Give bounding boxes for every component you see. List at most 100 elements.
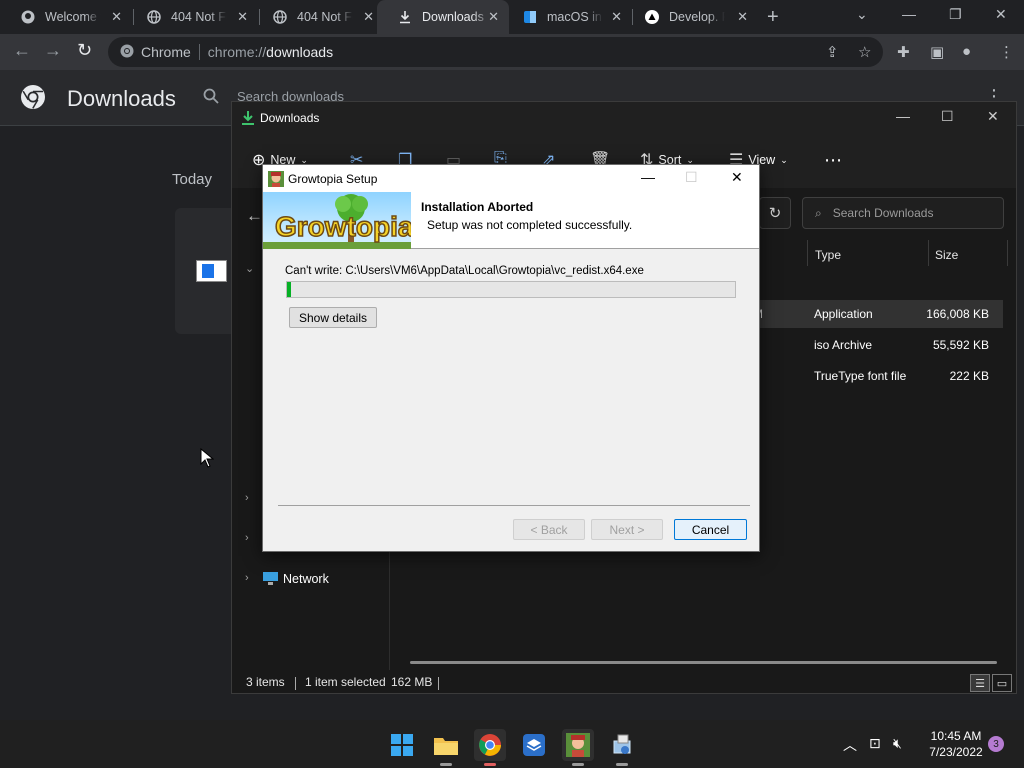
details-view-icon[interactable]: ☰ <box>970 674 990 692</box>
growtopia-banner: Growtopia <box>263 192 411 249</box>
chrome-logo-icon <box>21 85 45 109</box>
taskbar-store[interactable] <box>518 729 550 761</box>
restore-button[interactable]: ❐ <box>949 6 962 23</box>
cancel-button[interactable]: Cancel <box>674 519 747 540</box>
tab-label: Welcome to <box>45 10 101 24</box>
tab-downloads[interactable]: Downloads ✕ <box>377 0 509 34</box>
close-icon[interactable]: ✕ <box>488 9 499 25</box>
show-hidden-icons-chevron-icon[interactable]: ︿ <box>843 735 857 755</box>
explorer-titlebar: Downloads — ☐ ✕ <box>232 102 1016 134</box>
page-chip: Chrome <box>141 44 191 60</box>
minimize-button[interactable]: — <box>902 6 916 22</box>
tab-404-b[interactable]: 404 Not Found ✕ <box>252 0 384 34</box>
column-header-type[interactable]: Type <box>815 248 841 262</box>
folder-icon <box>434 738 458 755</box>
minimize-button[interactable]: — <box>641 169 655 185</box>
dialog-title: Growtopia Setup <box>288 172 378 186</box>
file-row[interactable]: M iso Archive 55,592 KB <box>745 331 1003 359</box>
address-bar[interactable]: Chrome chrome:// downloads <box>108 37 883 67</box>
sidebar-item-network[interactable]: Network <box>283 572 329 586</box>
dialog-heading: Installation Aborted <box>421 200 534 214</box>
tab-welcome[interactable]: Welcome to ✕ <box>0 0 132 34</box>
notification-badge[interactable]: 3 <box>988 736 1004 752</box>
show-details-button[interactable]: Show details <box>289 307 377 328</box>
download-folder-icon <box>242 111 254 125</box>
taskbar-file-explorer[interactable] <box>430 729 462 766</box>
column-header-size[interactable]: Size <box>935 248 958 262</box>
file-row[interactable]: AM Application 166,008 KB <box>745 300 1003 328</box>
share-icon[interactable]: ⇪ <box>826 43 839 61</box>
extensions-icon[interactable]: ✚ <box>897 43 910 61</box>
chevron-right-icon[interactable]: › <box>245 532 249 544</box>
logo-text: Growtopia <box>275 211 411 242</box>
chevron-right-icon[interactable]: › <box>245 492 249 504</box>
new-tab-button[interactable]: + <box>767 6 779 29</box>
download-icon <box>397 9 413 25</box>
browser-toolbar: ← → ↻ Chrome chrome:// downloads ⇪ ☆ ✚ ▣… <box>0 34 1024 70</box>
type-cell: iso Archive <box>814 338 873 352</box>
back-button[interactable]: ← <box>13 40 31 61</box>
horizontal-scrollbar[interactable] <box>410 661 997 664</box>
volume-muted-icon[interactable]: 🔇︎ <box>893 735 902 752</box>
browser-tab-strip: Welcome to ✕ 404 Not Found ✕ 404 Not Fou… <box>0 0 1024 34</box>
back-arrow-icon[interactable]: ← <box>246 206 263 226</box>
minimize-button[interactable]: — <box>896 108 910 124</box>
taskbar: ︿ ⊡ 🔇︎ 10:45 AM 7/23/2022 3 <box>0 720 1024 768</box>
taskbar-chrome[interactable] <box>474 729 506 766</box>
page-title: Downloads <box>67 86 176 111</box>
tab-develop[interactable]: Develop. Pr ✕ <box>624 0 758 34</box>
forward-button[interactable]: → <box>44 40 62 61</box>
growtopia-logo-icon: Growtopia <box>263 194 411 249</box>
close-icon[interactable]: ✕ <box>363 9 374 25</box>
column-separator <box>807 240 808 266</box>
search-icon <box>203 88 219 104</box>
refresh-button[interactable]: ↻ <box>759 197 791 229</box>
taskbar-installer[interactable] <box>606 729 638 766</box>
close-window-button[interactable]: ✕ <box>987 108 999 125</box>
error-message: Can't write: C:\Users\VM6\AppData\Local\… <box>285 265 644 277</box>
chevron-right-icon[interactable]: › <box>245 572 249 584</box>
close-icon[interactable]: ✕ <box>737 9 748 25</box>
status-bar: 3 items 1 item selected 162 MB ☰ ▭ <box>232 672 1016 694</box>
maximize-button[interactable]: ☐ <box>941 108 954 125</box>
network-status-icon[interactable]: ⊡ <box>869 735 881 752</box>
chevron-down-icon[interactable]: ⌄ <box>245 262 254 275</box>
finder-icon <box>522 9 538 25</box>
bookmark-star-icon[interactable]: ☆ <box>858 43 871 61</box>
growtopia-app-icon <box>268 171 284 187</box>
close-icon[interactable]: ✕ <box>611 9 622 25</box>
tab-macos[interactable]: macOS in Safari ✕ <box>502 0 632 34</box>
search-icon: ⌕ <box>815 205 822 220</box>
side-panel-icon[interactable]: ▣ <box>930 43 944 61</box>
selection-size: 162 MB <box>391 675 433 689</box>
profile-icon[interactable]: ● <box>962 43 971 60</box>
close-icon[interactable]: ✕ <box>111 9 122 25</box>
size-cell: 222 KB <box>949 369 989 383</box>
search-downloads-field[interactable]: ⌕ Search Downloads <box>802 197 1004 229</box>
dialog-header: Growtopia Installation Aborted Setup was… <box>263 192 759 249</box>
search-placeholder: Search Downloads <box>832 206 934 220</box>
tiles-view-icon[interactable]: ▭ <box>992 674 1012 692</box>
tab-search-icon[interactable]: ⌄ <box>856 6 868 23</box>
dialog-subheading: Setup was not completed successfully. <box>427 218 633 232</box>
next-button: Next > <box>591 519 663 540</box>
taskbar-growtopia-setup[interactable] <box>562 729 594 766</box>
size-cell: 55,592 KB <box>932 338 989 352</box>
file-row[interactable]: M TrueType font file 222 KB <box>745 362 1003 390</box>
system-clock[interactable]: 10:45 AM 7/23/2022 <box>916 728 996 760</box>
start-button[interactable] <box>386 729 418 761</box>
tab-404-a[interactable]: 404 Not Found ✕ <box>126 0 258 34</box>
close-icon[interactable]: ✕ <box>237 9 248 25</box>
tab-label: 404 Not Found <box>171 10 227 24</box>
chrome-menu-icon[interactable]: ⋮ <box>999 43 1014 61</box>
tab-label: Develop. Pr <box>669 10 725 24</box>
chrome-icon <box>479 734 501 756</box>
close-window-button[interactable]: ✕ <box>995 6 1007 23</box>
reload-button[interactable]: ↻ <box>77 40 92 61</box>
progress-fill <box>287 282 292 297</box>
url-scheme: chrome:// <box>207 44 267 60</box>
dialog-divider <box>278 505 750 506</box>
type-cell: TrueType font file <box>814 369 907 383</box>
close-dialog-button[interactable]: ✕ <box>731 169 743 186</box>
more-options-button[interactable]: ⋯ <box>824 150 842 171</box>
